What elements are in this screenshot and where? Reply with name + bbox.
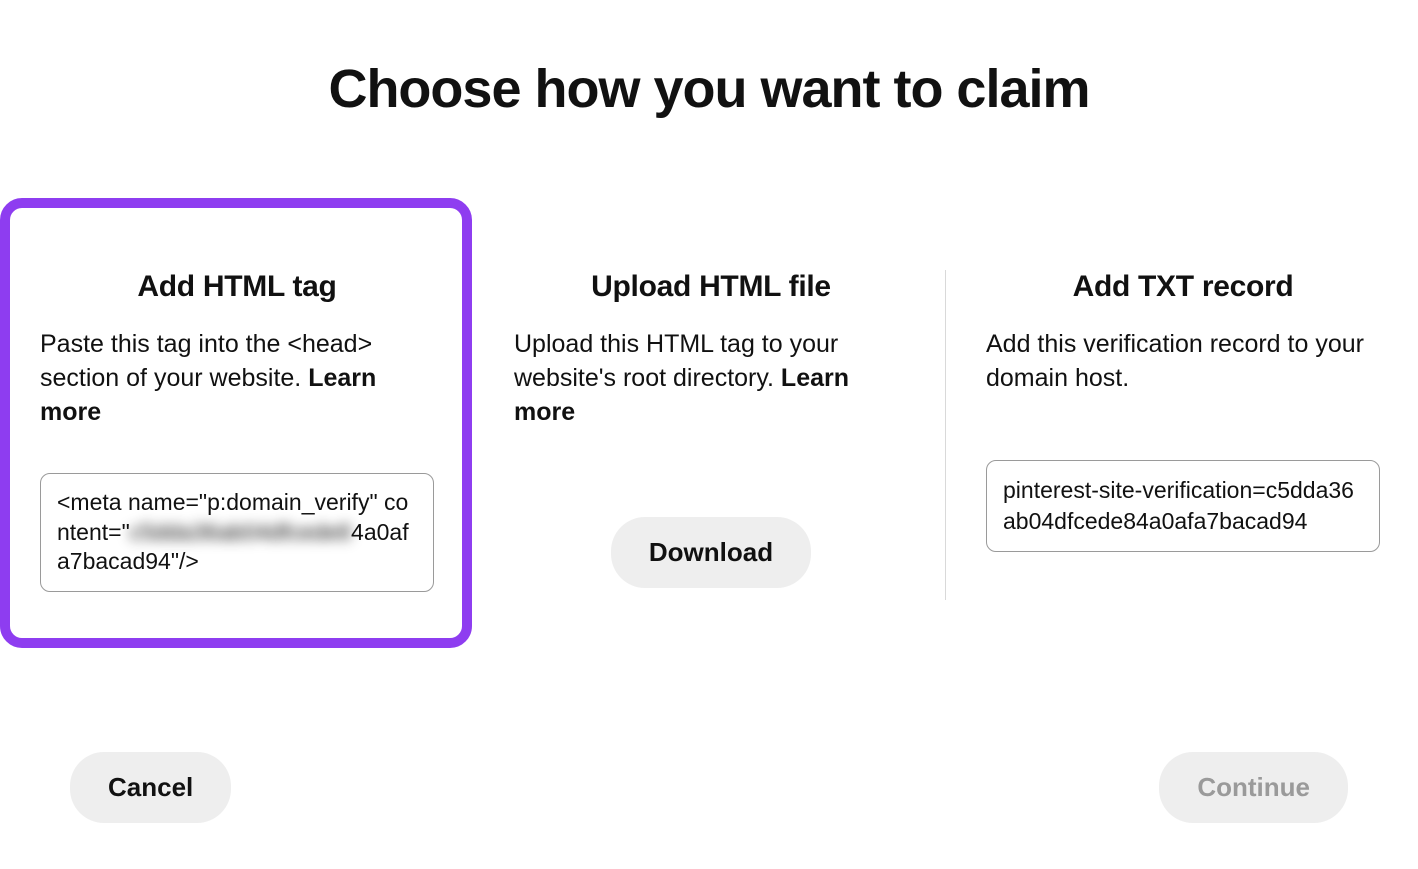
- option-title: Upload HTML file: [514, 270, 908, 304]
- option-description: Add this verification record to your dom…: [986, 328, 1380, 396]
- options-row: Add HTML tag Paste this tag into the <he…: [0, 198, 1418, 648]
- option-add-html-tag[interactable]: Add HTML tag Paste this tag into the <he…: [0, 198, 472, 648]
- download-wrap: Download: [514, 517, 908, 588]
- option-upload-html-file[interactable]: Upload HTML file Upload this HTML tag to…: [474, 198, 946, 648]
- option-description: Paste this tag into the <head> section o…: [40, 328, 434, 429]
- claim-method-modal: Choose how you want to claim Add HTML ta…: [0, 0, 1418, 869]
- cancel-button[interactable]: Cancel: [70, 752, 231, 823]
- code-masked: c5dda36ab04dfcede8: [130, 519, 351, 545]
- option-title: Add HTML tag: [40, 270, 434, 304]
- option-description-text: Add this verification record to your dom…: [986, 330, 1364, 392]
- txt-record-box[interactable]: pinterest-site-verification=c5dda36ab04d…: [986, 460, 1380, 552]
- continue-button[interactable]: Continue: [1159, 752, 1348, 823]
- option-title: Add TXT record: [986, 270, 1380, 304]
- option-description: Upload this HTML tag to your website's r…: [514, 328, 908, 429]
- html-tag-code-box[interactable]: <meta name="p:domain_verify" content="c5…: [40, 473, 434, 591]
- download-button[interactable]: Download: [611, 517, 811, 588]
- option-add-txt-record[interactable]: Add TXT record Add this verification rec…: [946, 198, 1418, 648]
- modal-heading: Choose how you want to claim: [0, 0, 1418, 120]
- modal-footer: Cancel Continue: [0, 752, 1418, 823]
